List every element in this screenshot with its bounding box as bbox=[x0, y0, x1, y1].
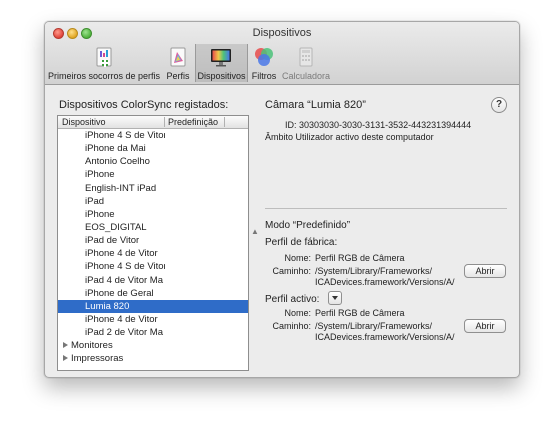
device-id: ID: 30303030-3030-3131-3532-443231394444 bbox=[285, 120, 472, 130]
column-default[interactable]: Predefinição bbox=[168, 117, 218, 127]
title-bar: Dispositivos Primeiros socorros de perfi… bbox=[45, 22, 519, 85]
column-device[interactable]: Dispositivo bbox=[62, 117, 106, 127]
device-row[interactable]: iPhone 4 S de Vitor bbox=[58, 260, 248, 273]
first-aid-icon bbox=[96, 47, 112, 67]
toolbar-first-aid-label: Primeiros socorros de perfis bbox=[47, 71, 161, 81]
device-row[interactable]: iPad 2 de Vitor Ma bbox=[58, 326, 248, 339]
toolbar-first-aid[interactable]: Primeiros socorros de perfis bbox=[47, 44, 161, 82]
open-active-profile-button[interactable]: Abrir bbox=[464, 319, 506, 333]
mode-label: Modo “Predefinido” bbox=[265, 220, 351, 231]
device-detail-panel: Câmara “Lumia 820” ? ID: 30303030-3030-3… bbox=[265, 85, 519, 377]
device-list-header: Dispositivo Predefinição bbox=[58, 116, 248, 129]
group-monitors[interactable]: Monitores bbox=[58, 339, 248, 352]
device-row[interactable]: iPhone da Mai bbox=[58, 142, 248, 155]
active-path-label: Caminho: bbox=[272, 321, 311, 331]
factory-path-label: Caminho: bbox=[272, 266, 311, 276]
device-row[interactable]: iPad de Vitor bbox=[58, 234, 248, 247]
toolbar-devices-label: Dispositivos bbox=[197, 71, 246, 81]
device-list-heading: Dispositivos ColorSync registados: bbox=[59, 99, 229, 111]
active-path-line1: /System/Library/Frameworks/ bbox=[315, 321, 433, 331]
device-rows: iPhone 4 S de Vitor iPhone da Mai Antoni… bbox=[58, 129, 248, 366]
device-row[interactable]: iPad bbox=[58, 195, 248, 208]
device-row[interactable]: iPhone bbox=[58, 208, 248, 221]
device-list[interactable]: Dispositivo Predefinição iPhone 4 S de V… bbox=[57, 115, 249, 371]
display-icon bbox=[211, 49, 231, 67]
active-profile-heading: Perfil activo: bbox=[265, 294, 320, 305]
active-profile-popup-button[interactable] bbox=[328, 291, 342, 305]
device-row[interactable]: iPhone de Geral bbox=[58, 287, 248, 300]
splitter-handle-icon[interactable]: ▲ bbox=[251, 227, 259, 236]
device-row-selected[interactable]: Lumia 820 bbox=[58, 299, 248, 313]
toolbar-filters-label: Filtros bbox=[251, 71, 277, 81]
content-area: Dispositivos ColorSync registados: Dispo… bbox=[45, 85, 519, 377]
group-printers[interactable]: Impressoras bbox=[58, 352, 248, 365]
device-scope: Âmbito Utilizador activo deste computado… bbox=[265, 132, 434, 142]
disclosure-triangle-icon[interactable] bbox=[63, 355, 68, 362]
device-row[interactable]: iPhone bbox=[58, 168, 248, 181]
factory-path-line2: ICADevices.framework/Versions/A/ bbox=[315, 277, 455, 287]
factory-profile-heading: Perfil de fábrica: bbox=[265, 237, 338, 248]
filters-icon bbox=[255, 48, 273, 66]
device-row[interactable]: iPhone 4 de Vitor bbox=[58, 313, 248, 326]
camera-title: Câmara “Lumia 820” bbox=[265, 99, 366, 111]
disclosure-triangle-icon[interactable] bbox=[63, 342, 68, 349]
device-row[interactable]: EOS_DIGITAL bbox=[58, 221, 248, 234]
help-button[interactable]: ? bbox=[491, 97, 507, 113]
active-name-label: Nome: bbox=[284, 308, 311, 318]
toolbar-calculator-label: Calculadora bbox=[282, 71, 331, 81]
calculator-icon bbox=[299, 47, 313, 67]
device-row[interactable]: iPad 4 de Vitor Ma bbox=[58, 274, 248, 287]
device-row[interactable]: iPhone 4 de Vitor bbox=[58, 247, 248, 260]
factory-name-value: Perfil RGB de Câmera bbox=[315, 253, 405, 263]
factory-path-line1: /System/Library/Frameworks/ bbox=[315, 266, 433, 276]
toolbar-calculator[interactable]: Calculadora bbox=[282, 44, 330, 82]
active-path-line2: ICADevices.framework/Versions/A/ bbox=[315, 332, 455, 342]
device-row[interactable]: iPhone 4 S de Vitor bbox=[58, 129, 248, 142]
profiles-icon bbox=[170, 47, 186, 67]
toolbar-profiles-label: Perfis bbox=[166, 71, 190, 81]
colorsync-window: Dispositivos Primeiros socorros de perfi… bbox=[44, 21, 520, 378]
factory-name-label: Nome: bbox=[284, 253, 311, 263]
toolbar-devices[interactable]: Dispositivos bbox=[195, 44, 248, 82]
divider bbox=[265, 208, 507, 209]
toolbar-profiles[interactable]: Perfis bbox=[163, 44, 193, 82]
device-row[interactable]: Antonio Coelho bbox=[58, 155, 248, 168]
toolbar-filters[interactable]: Filtros bbox=[248, 44, 280, 82]
device-row[interactable]: English-INT iPad bbox=[58, 182, 248, 195]
active-name-value: Perfil RGB de Câmera bbox=[315, 308, 405, 318]
window-title: Dispositivos bbox=[252, 27, 312, 39]
open-factory-profile-button[interactable]: Abrir bbox=[464, 264, 506, 278]
